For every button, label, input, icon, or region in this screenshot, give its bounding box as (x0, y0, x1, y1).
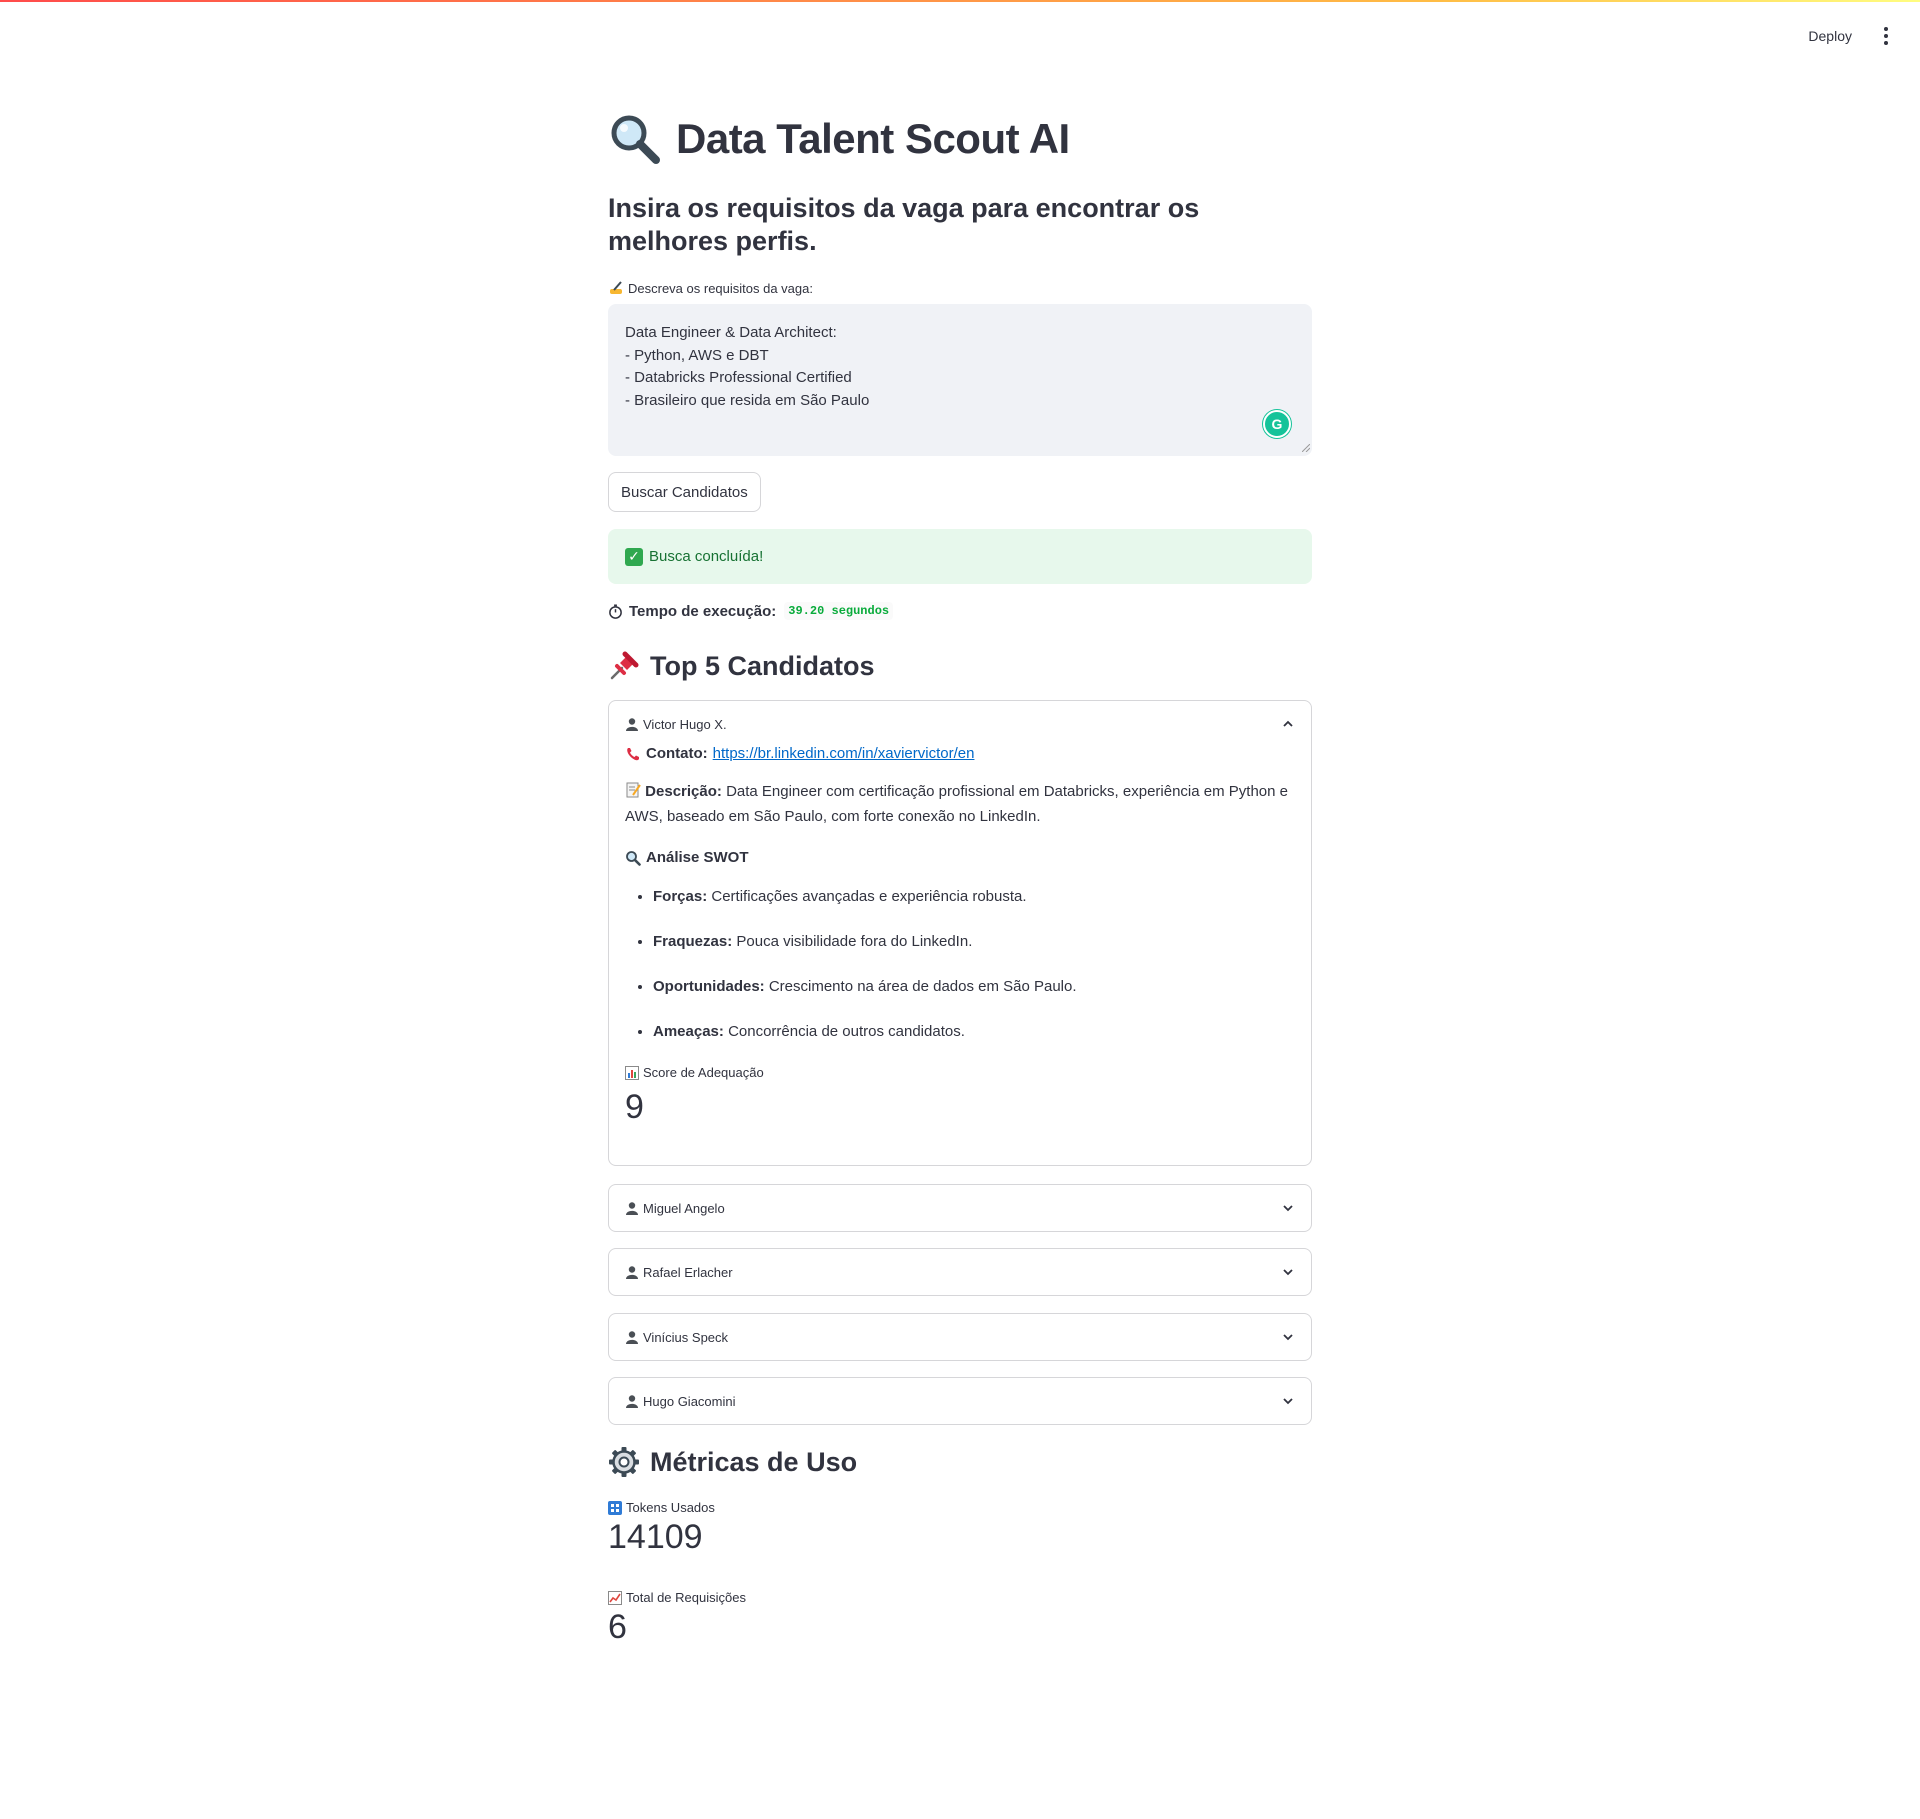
resize-handle-icon[interactable] (1302, 444, 1310, 452)
description-text: Data Engineer com certificação profissio… (625, 783, 1288, 825)
swot-item: Ameaças: Concorrência de outros candidat… (653, 1019, 1295, 1044)
score-value: 9 (625, 1088, 644, 1126)
swot-item-label: Oportunidades: (653, 978, 765, 995)
score-label-text: Score de Adequação (643, 1065, 764, 1080)
chevron-up-icon[interactable] (1281, 717, 1295, 731)
candidate-expander-header[interactable]: Rafael Erlacher (609, 1249, 1311, 1295)
candidate-name: Victor Hugo X. (643, 716, 727, 732)
writing-hand-icon (610, 281, 622, 294)
swot-title: Análise SWOT (646, 849, 749, 866)
chevron-down-icon[interactable] (1281, 1201, 1295, 1215)
check-mark-icon: ✓ (625, 547, 643, 566)
telephone-icon (627, 747, 639, 760)
linkedin-link[interactable]: https://br.linkedin.com/in/xaviervictor/… (713, 741, 975, 766)
deploy-button[interactable]: Deploy (1802, 24, 1858, 48)
swot-item-text: Crescimento na área de dados em São Paul… (768, 978, 1077, 995)
candidate-name: Vinícius Speck (643, 1329, 729, 1345)
magnifier-icon (626, 850, 641, 866)
candidate-name: Hugo Giacomini (643, 1393, 736, 1409)
bust-silhouette-icon (626, 718, 638, 731)
requests-value: 6 (608, 1608, 627, 1646)
candidate-expander[interactable]: Rafael Erlacher (608, 1248, 1312, 1296)
chevron-down-icon[interactable] (1281, 1265, 1295, 1279)
tokens-metric: Tokens Usados 14109 (608, 1500, 715, 1559)
metrics-heading: Métricas de Uso (608, 1446, 857, 1478)
candidates-heading-text: Top 5 Candidatos (650, 650, 875, 681)
chevron-down-icon[interactable] (1281, 1330, 1295, 1344)
grammarly-icon[interactable]: G (1263, 410, 1291, 438)
success-message: Busca concluída! (649, 548, 764, 565)
contact-row: Contato: https://br.linkedin.com/in/xavi… (625, 741, 1295, 766)
swot-item-text: Concorrência de outros candidatos. (728, 1023, 965, 1040)
execution-time-label: Tempo de execução: (629, 602, 777, 620)
candidate-expander-expanded: Victor Hugo X. Contato: https://br.linke… (608, 700, 1312, 1166)
contact-label: Contato: (646, 745, 708, 762)
swot-list: Forças: Certificações avançadas e experi… (625, 884, 1295, 1044)
requests-label-text: Total de Requisições (626, 1590, 746, 1605)
requests-metric: Total de Requisições 6 (608, 1590, 746, 1649)
bust-silhouette-icon (626, 1331, 638, 1344)
swot-item-label: Ameaças: (653, 1023, 724, 1040)
candidate-expander[interactable]: Miguel Angelo (608, 1184, 1312, 1232)
page-subtitle: Insira os requisitos da vaga para encont… (608, 193, 1200, 256)
bust-silhouette-icon (626, 1202, 638, 1215)
description-row: Descrição: Data Engineer com certificaçã… (625, 779, 1295, 829)
stopwatch-icon (609, 603, 622, 619)
memo-icon (626, 782, 641, 798)
swot-item-text: Certificações avançadas e experiência ro… (711, 888, 1027, 905)
description-label: Descrição: (645, 783, 722, 800)
metrics-heading-text: Métricas de Uso (650, 1446, 858, 1477)
candidate-expander-header[interactable]: Vinícius Speck (609, 1314, 1311, 1360)
requests-label: Total de Requisições (608, 1590, 746, 1605)
execution-time: Tempo de execução: 39.20 segundos (608, 602, 894, 620)
app-toolbar: Deploy (1802, 22, 1896, 50)
execution-time-value: 39.20 segundos (784, 602, 894, 620)
candidate-expander[interactable]: Vinícius Speck (608, 1313, 1312, 1361)
pushpin-icon (610, 651, 639, 680)
chart-increasing-icon (608, 1590, 622, 1605)
requirements-textarea[interactable]: Data Engineer & Data Architect: - Python… (608, 304, 1312, 456)
candidate-expander-header[interactable]: Miguel Angelo (609, 1185, 1311, 1231)
swot-item-text: Pouca visibilidade fora do LinkedIn. (736, 933, 973, 950)
success-alert: ✓ Busca concluída! (608, 529, 1312, 584)
score-label: Score de Adequação (625, 1060, 1295, 1085)
chevron-down-icon[interactable] (1281, 1394, 1295, 1408)
swot-item: Oportunidades: Crescimento na área de da… (653, 974, 1295, 999)
swot-item-label: Forças: (653, 888, 708, 905)
candidate-expander-header[interactable]: Hugo Giacomini (609, 1378, 1311, 1424)
requirements-label-text: Descreva os requisitos da vaga: (628, 280, 813, 296)
tokens-value: 14109 (608, 1518, 703, 1556)
tokens-label: Tokens Usados (608, 1500, 715, 1515)
swot-item-label: Fraquezas: (653, 933, 733, 950)
requirements-label: Descreva os requisitos da vaga: (608, 280, 813, 296)
candidate-expander[interactable]: Hugo Giacomini (608, 1377, 1312, 1425)
bust-silhouette-icon (626, 1395, 638, 1408)
page-title-row: Data Talent Scout AI (608, 112, 1070, 166)
main-menu-icon[interactable] (1876, 24, 1896, 48)
swot-heading: Análise SWOT (625, 845, 1295, 870)
swot-item: Forças: Certificações avançadas e experi… (653, 884, 1295, 909)
tokens-label-text: Tokens Usados (626, 1500, 715, 1515)
page-title: Data Talent Scout AI (676, 115, 1070, 162)
swot-item: Fraquezas: Pouca visibilidade fora do Li… (653, 929, 1295, 954)
candidate-name: Rafael Erlacher (643, 1264, 733, 1280)
candidate-details: Contato: https://br.linkedin.com/in/xavi… (609, 741, 1311, 1145)
gear-icon (609, 1447, 639, 1477)
top-decoration-bar (0, 0, 1920, 2)
magnifier-icon (611, 115, 660, 164)
bust-silhouette-icon (626, 1266, 638, 1279)
input-numbers-icon (608, 1500, 622, 1515)
candidate-name: Miguel Angelo (643, 1200, 725, 1216)
search-candidates-button[interactable]: Buscar Candidatos (608, 472, 761, 512)
bar-chart-icon (625, 1065, 639, 1080)
candidates-heading: Top 5 Candidatos (608, 650, 875, 682)
